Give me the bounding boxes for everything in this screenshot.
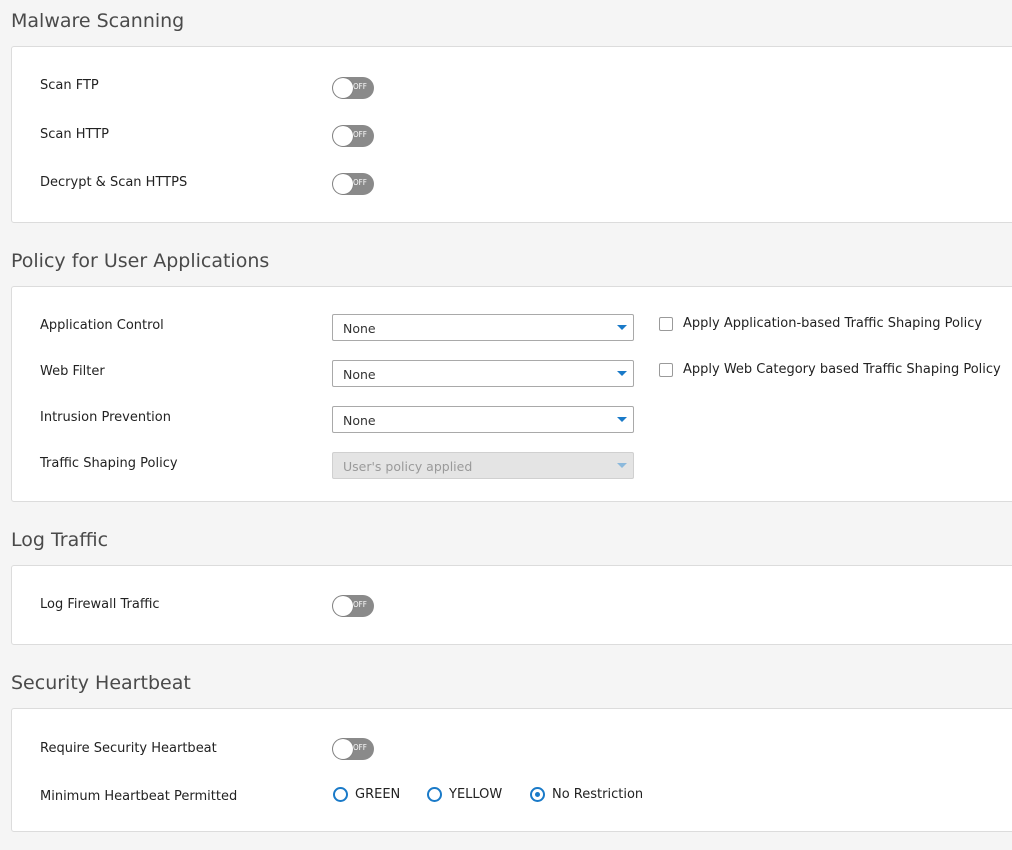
web-filter-label: Web Filter (40, 364, 105, 379)
radio-icon[interactable] (530, 787, 545, 802)
scan-ftp-label: Scan FTP (40, 78, 99, 93)
web-filter-select[interactable]: None (332, 360, 634, 387)
intrusion-prevention-label: Intrusion Prevention (40, 410, 171, 425)
section-title-security-heartbeat: Security Heartbeat (11, 672, 191, 694)
scan-http-toggle[interactable]: OFF (332, 125, 374, 147)
toggle-state-text: OFF (353, 82, 367, 91)
application-control-value: None (343, 321, 376, 336)
require-heartbeat-toggle[interactable]: OFF (332, 738, 374, 760)
chevron-down-icon (617, 325, 627, 330)
log-firewall-label: Log Firewall Traffic (40, 597, 160, 612)
heartbeat-option-label: YELLOW (449, 787, 503, 802)
radio-icon[interactable] (333, 787, 348, 802)
toggle-state-text: OFF (353, 743, 367, 752)
application-control-label: Application Control (40, 318, 164, 333)
section-title-log-traffic: Log Traffic (11, 529, 109, 551)
toggle-state-text: OFF (353, 600, 367, 609)
toggle-knob (333, 174, 353, 194)
decrypt-scan-https-toggle[interactable]: OFF (332, 173, 374, 195)
log-firewall-toggle[interactable]: OFF (332, 595, 374, 617)
traffic-shaping-value: User's policy applied (343, 459, 473, 474)
scan-ftp-toggle[interactable]: OFF (332, 77, 374, 99)
application-control-select[interactable]: None (332, 314, 634, 341)
intrusion-prevention-value: None (343, 413, 376, 428)
malware-scanning-card: Scan FTP OFF Scan HTTP OFF Decrypt & Sca… (11, 46, 1012, 223)
minimum-heartbeat-label: Minimum Heartbeat Permitted (40, 789, 238, 804)
chevron-down-icon (617, 417, 627, 422)
security-heartbeat-card: Require Security Heartbeat OFF Minimum H… (11, 708, 1012, 832)
toggle-knob (333, 739, 353, 759)
toggle-knob (333, 596, 353, 616)
web-filter-value: None (343, 367, 376, 382)
require-heartbeat-label: Require Security Heartbeat (40, 741, 217, 756)
toggle-knob (333, 126, 353, 146)
apply-app-shaping-label: Apply Application-based Traffic Shaping … (683, 316, 983, 331)
decrypt-scan-https-label: Decrypt & Scan HTTPS (40, 175, 188, 190)
apply-web-shaping-checkbox[interactable] (659, 363, 673, 377)
chevron-down-icon (617, 371, 627, 376)
section-title-user-applications: Policy for User Applications (11, 250, 270, 272)
toggle-state-text: OFF (353, 130, 367, 139)
toggle-state-text: OFF (353, 178, 367, 187)
chevron-down-icon (617, 463, 627, 468)
radio-icon[interactable] (427, 787, 442, 802)
heartbeat-option-label: GREEN (355, 787, 401, 802)
toggle-knob (333, 78, 353, 98)
user-applications-card: Application Control None Apply Applicati… (11, 286, 1012, 502)
scan-http-label: Scan HTTP (40, 127, 110, 142)
apply-app-shaping-checkbox[interactable] (659, 317, 673, 331)
heartbeat-option-label: No Restriction (552, 787, 644, 802)
section-title-malware-scanning: Malware Scanning (11, 10, 185, 32)
intrusion-prevention-select[interactable]: None (332, 406, 634, 433)
traffic-shaping-label: Traffic Shaping Policy (40, 456, 178, 471)
traffic-shaping-select: User's policy applied (332, 452, 634, 479)
log-traffic-card: Log Firewall Traffic OFF (11, 565, 1012, 645)
apply-web-shaping-label: Apply Web Category based Traffic Shaping… (683, 362, 1001, 377)
